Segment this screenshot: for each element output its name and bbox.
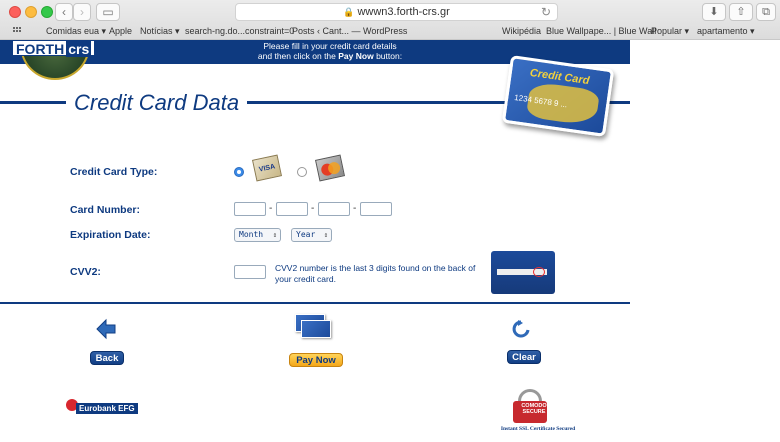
bookmark-wordpress[interactable]: Posts ‹ Cant... — WordPress xyxy=(292,26,407,36)
clear-button[interactable]: Clear xyxy=(507,350,541,364)
download-icon: ⬇ xyxy=(709,6,719,18)
share-button[interactable]: ⇧ xyxy=(729,3,753,21)
back-button[interactable]: Back xyxy=(90,351,124,365)
browser-toolbar: ‹ › ▭ 🔒 wwwn3.forth-crs.gr ↻ ⬇ ⇧ ⧉ Comida… xyxy=(0,0,780,40)
chevron-right-icon: › xyxy=(80,5,84,19)
card-number-separator: - xyxy=(353,203,357,214)
chevron-left-icon: ‹ xyxy=(62,5,66,19)
forth-crs-logo: FORTH crs xyxy=(10,38,98,80)
page-margin xyxy=(630,40,780,442)
select-arrows-icon: ⇕ xyxy=(272,231,277,239)
instruction-line-1: Please fill in your credit card details xyxy=(263,41,397,51)
minimize-window-button[interactable] xyxy=(25,6,37,18)
bookmark-noticias[interactable]: Notícias ▾ xyxy=(140,26,180,37)
year-select[interactable]: Year ⇕ xyxy=(291,228,332,242)
sidebar-icon: ▭ xyxy=(102,5,114,19)
eurobank-name: Eurobank EFG xyxy=(76,403,138,414)
reload-icon[interactable]: ↻ xyxy=(541,4,551,20)
address-bar[interactable]: 🔒 wwwn3.forth-crs.gr ↻ xyxy=(235,3,558,21)
bookmark-comidas[interactable]: Comidas eua ▾ xyxy=(46,26,106,37)
cvv-input[interactable] xyxy=(234,265,266,279)
bookmark-wikipedia[interactable]: Wikipédia xyxy=(502,26,541,36)
close-window-button[interactable] xyxy=(9,6,21,18)
mastercard-icon xyxy=(314,154,346,182)
payment-page: Please fill in your credit card details … xyxy=(0,40,780,442)
card-number-part-1[interactable] xyxy=(234,202,266,216)
downloads-button[interactable]: ⬇ xyxy=(702,3,726,21)
title-rule-left xyxy=(0,101,66,104)
pay-cards-icon[interactable] xyxy=(295,314,335,342)
cvv-highlight xyxy=(533,267,545,277)
clear-refresh-icon[interactable] xyxy=(512,320,530,340)
pay-now-button[interactable]: Pay Now xyxy=(289,353,343,367)
card-illustration-label: Credit Card xyxy=(529,66,591,88)
sidebar-toggle-button[interactable]: ▭ xyxy=(96,3,120,21)
forward-nav-button[interactable]: › xyxy=(73,3,91,21)
card-type-label: Credit Card Type: xyxy=(70,166,158,178)
page-title: Credit Card Data xyxy=(74,90,240,115)
apps-grid-icon[interactable] xyxy=(13,27,23,35)
instruction-line-2: and then click on the Pay Now button: xyxy=(257,51,403,61)
zoom-window-button[interactable] xyxy=(41,6,53,18)
bookmark-popular[interactable]: Popular ▾ xyxy=(651,26,689,37)
mastercard-radio[interactable] xyxy=(297,167,307,177)
card-number-part-3[interactable] xyxy=(318,202,350,216)
visa-radio[interactable] xyxy=(234,167,244,177)
section-divider xyxy=(0,302,630,304)
card-number-part-4[interactable] xyxy=(360,202,392,216)
year-select-value: Year xyxy=(296,230,316,239)
bookmark-apple[interactable]: Apple xyxy=(109,26,132,36)
bookmark-apartamento[interactable]: apartamento ▾ xyxy=(697,26,755,37)
tabs-button[interactable]: ⧉ xyxy=(756,3,776,21)
instruction-text: Please fill in your credit card details … xyxy=(200,41,460,61)
card-number-separator: - xyxy=(269,203,273,214)
credit-card-illustration: Credit Card 1234 5678 9 ... xyxy=(501,55,615,137)
url-text: wwwn3.forth-crs.gr xyxy=(357,6,450,18)
comodo-ssl-seal[interactable]: COMODO SECURE Instant SSL Certificate Se… xyxy=(497,387,579,435)
share-icon: ⇧ xyxy=(736,6,746,18)
logo-text: FORTH crs xyxy=(12,40,96,57)
eurobank-logo: Eurobank EFG xyxy=(66,399,138,417)
month-select[interactable]: Month ⇕ xyxy=(234,228,281,242)
bookmark-blue-wallpaper[interactable]: Blue Wallpape... | Blue Wall xyxy=(546,26,656,36)
select-arrows-icon: ⇕ xyxy=(323,231,328,239)
cvv-label: CVV2: xyxy=(70,266,101,278)
card-number-part-2[interactable] xyxy=(276,202,308,216)
bookmark-search[interactable]: search-ng.do...constraint=0 xyxy=(185,26,294,36)
cvv-help-text: CVV2 number is the last 3 digits found o… xyxy=(275,263,476,284)
card-number-separator: - xyxy=(311,203,315,214)
back-arrow-icon[interactable] xyxy=(95,318,117,340)
card-number-label: Card Number: xyxy=(70,204,141,216)
month-select-value: Month xyxy=(239,230,264,239)
expiration-label: Expiration Date: xyxy=(70,229,151,241)
visa-card-icon: VISA xyxy=(251,154,283,182)
cvv-card-back-icon xyxy=(491,251,555,294)
bookmarks-bar: Comidas eua ▾ Apple Notícias ▾ search-ng… xyxy=(0,24,780,39)
ssl-caption: Instant SSL Certificate Secured xyxy=(500,426,576,432)
comodo-brand: COMODO SECURE xyxy=(521,403,547,415)
back-nav-button[interactable]: ‹ xyxy=(55,3,73,21)
tabs-icon: ⧉ xyxy=(762,6,770,18)
lock-icon: 🔒 xyxy=(343,7,355,17)
